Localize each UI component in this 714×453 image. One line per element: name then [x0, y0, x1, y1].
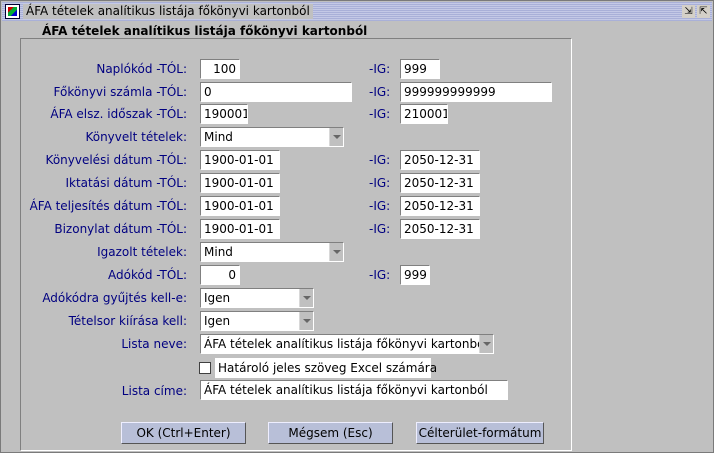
chevron-down-icon[interactable] — [299, 289, 313, 307]
title-bar[interactable]: ÁFA tételek analítikus listája főkönyvi … — [2, 2, 712, 21]
bizonylat-label: Bizonylat dátum -TÓL: — [54, 222, 187, 236]
gyujtes-select[interactable]: Igen — [200, 288, 314, 308]
lista-neve-select[interactable]: ÁFA tételek analítikus listája főkönyvi … — [200, 334, 494, 354]
gyujtes-value: Igen — [204, 291, 231, 305]
maximize-icon[interactable]: ⇱ — [697, 5, 710, 18]
chevron-down-icon[interactable] — [329, 128, 343, 146]
format-button[interactable]: Célterület-formátum — [416, 422, 544, 444]
tetelsor-label: Tételsor kiírása kell: — [68, 314, 187, 328]
hatarolo-checkbox[interactable] — [199, 362, 211, 374]
igazolt-select[interactable]: Mind — [200, 242, 344, 262]
naplokod-from-field[interactable]: 100 — [200, 59, 240, 79]
fokonyv-label: Főkönyvi számla -TÓL: — [53, 85, 187, 99]
iktatas-from-field[interactable]: 1900-01-01 — [200, 173, 280, 193]
afa-idoszak-to-field[interactable]: 210001 — [400, 104, 448, 124]
konyv-datum-to-field[interactable]: 2050-12-31 — [400, 150, 480, 170]
cancel-button[interactable]: Mégsem (Esc) — [268, 422, 393, 444]
iktatas-ig-label: -IG: — [369, 176, 391, 190]
konyvelt-value: Mind — [204, 130, 233, 144]
naplokod-label: Naplókód -TÓL: — [96, 62, 187, 76]
app-icon[interactable] — [5, 4, 20, 19]
chevron-down-icon[interactable] — [329, 243, 343, 261]
naplokod-to-field[interactable]: 999 — [400, 59, 440, 79]
konyvelt-label: Könyvelt tételek: — [85, 130, 187, 144]
adokod-label: Adókód -TÓL: — [108, 268, 187, 282]
fokonyv-to-field[interactable]: 999999999999 — [400, 82, 552, 102]
panel-title: ÁFA tételek analítikus listája főkönyvi … — [42, 24, 368, 38]
afa-idoszak-from-field[interactable]: 190001 — [200, 104, 248, 124]
tetelsor-select[interactable]: Igen — [200, 311, 314, 331]
lista-cime-label: Lista címe: — [121, 384, 187, 398]
dialog-window: ÁFA tételek analítikus listája főkönyvi … — [0, 0, 714, 453]
ok-button[interactable]: OK (Ctrl+Enter) — [121, 422, 246, 444]
teljesites-ig-label: -IG: — [369, 199, 391, 213]
konyv-datum-from-field[interactable]: 1900-01-01 — [200, 150, 280, 170]
chevron-down-icon[interactable] — [299, 312, 313, 330]
adokod-to-field[interactable]: 999 — [400, 265, 430, 285]
bizonylat-from-field[interactable]: 1900-01-01 — [200, 219, 280, 239]
adokod-from-field[interactable]: 0 — [200, 265, 240, 285]
konyv-datum-ig-label: -IG: — [369, 153, 391, 167]
teljesites-label: ÁFA teljesítés dátum -TÓL: — [29, 199, 187, 213]
chevron-down-icon[interactable] — [479, 335, 493, 353]
window-title: ÁFA tételek analítikus listája főkönyvi … — [23, 4, 313, 19]
tetelsor-value: Igen — [204, 314, 231, 328]
afa-idoszak-ig-label: -IG: — [369, 107, 391, 121]
minimize-icon[interactable]: ⇲ — [682, 5, 695, 18]
fokonyv-from-field[interactable]: 0 — [200, 82, 352, 102]
afa-idoszak-label: ÁFA elsz. időszak -TÓL: — [50, 107, 187, 121]
gyujtes-label: Adókódra gyűjtés kell-e: — [42, 291, 187, 305]
adokod-ig-label: -IG: — [369, 268, 391, 282]
teljesites-to-field[interactable]: 2050-12-31 — [400, 196, 480, 216]
igazolt-label: Igazolt tételek: — [97, 245, 187, 259]
lista-neve-label: Lista neve: — [121, 337, 187, 351]
konyv-datum-label: Könyvelési dátum -TÓL: — [45, 153, 187, 167]
iktatas-to-field[interactable]: 2050-12-31 — [400, 173, 480, 193]
fokonyv-ig-label: -IG: — [369, 85, 391, 99]
naplokod-ig-label: -IG: — [369, 62, 391, 76]
iktatas-label: Iktatási dátum -TÓL: — [65, 176, 187, 190]
teljesites-from-field[interactable]: 1900-01-01 — [200, 196, 280, 216]
lista-cime-field[interactable]: ÁFA tételek analítikus listája főkönyvi … — [200, 380, 508, 400]
konyvelt-select[interactable]: Mind — [200, 127, 344, 147]
lista-neve-value: ÁFA tételek analítikus listája főkönyvi … — [204, 337, 488, 351]
bizonylat-to-field[interactable]: 2050-12-31 — [400, 219, 480, 239]
igazolt-value: Mind — [204, 245, 233, 259]
hatarolo-label[interactable]: Határoló jeles szöveg Excel számára — [215, 358, 437, 378]
bizonylat-ig-label: -IG: — [369, 222, 391, 236]
